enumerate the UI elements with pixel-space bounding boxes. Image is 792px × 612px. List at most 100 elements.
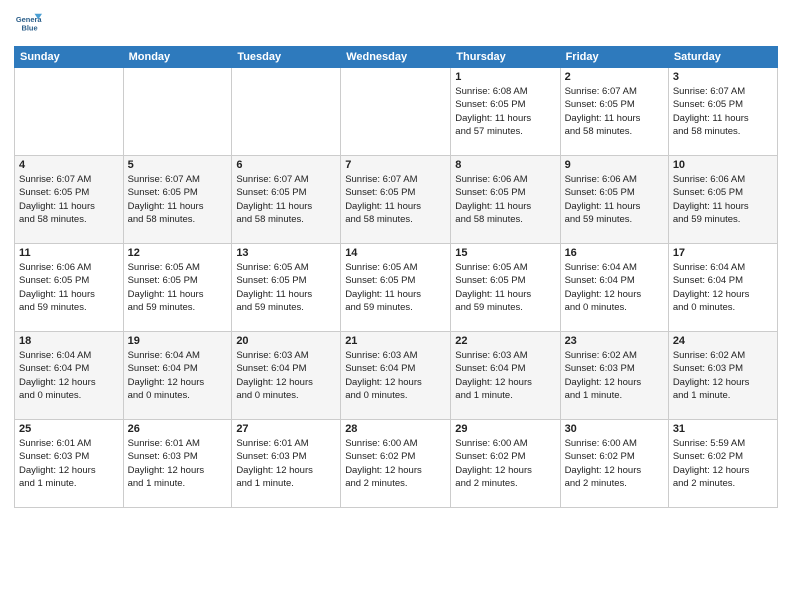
header-cell-thursday: Thursday [451,47,560,68]
day-cell: 9 Sunrise: 6:06 AM Sunset: 6:05 PM Daylig… [560,156,668,244]
day-number: 7 [345,159,446,171]
day-info: Sunrise: 6:04 AM Sunset: 6:04 PM Dayligh… [565,261,664,314]
day-info: Sunrise: 6:00 AM Sunset: 6:02 PM Dayligh… [455,437,555,490]
day-cell: 20 Sunrise: 6:03 AM Sunset: 6:04 PM Dayli… [232,332,341,420]
day-number: 20 [236,335,336,347]
day-info: Sunrise: 6:06 AM Sunset: 6:05 PM Dayligh… [19,261,119,314]
day-cell: 31Sunrise: 5:59 AM Sunset: 6:02 PM Dayli… [668,420,777,508]
day-info: Sunrise: 6:06 AM Sunset: 6:05 PM Dayligh… [565,173,664,226]
day-info: Sunrise: 6:07 AM Sunset: 6:05 PM Dayligh… [673,85,773,138]
day-cell: 14Sunrise: 6:05 AM Sunset: 6:05 PM Dayli… [341,244,451,332]
day-info: Sunrise: 6:00 AM Sunset: 6:02 PM Dayligh… [565,437,664,490]
day-info: Sunrise: 6:08 AM Sunset: 6:05 PM Dayligh… [455,85,555,138]
week-row-2: 4 Sunrise: 6:07 AM Sunset: 6:05 PM Daylig… [15,156,778,244]
day-number: 15 [455,247,555,259]
day-number: 19 [128,335,228,347]
day-info: Sunrise: 6:01 AM Sunset: 6:03 PM Dayligh… [19,437,119,490]
day-cell: 15 Sunrise: 6:05 AM Sunset: 6:05 PM Dayli… [451,244,560,332]
day-info: Sunrise: 6:07 AM Sunset: 6:05 PM Dayligh… [345,173,446,226]
week-row-4: 18 Sunrise: 6:04 AM Sunset: 6:04 PM Dayli… [15,332,778,420]
day-info: Sunrise: 6:01 AM Sunset: 6:03 PM Dayligh… [128,437,228,490]
day-number: 5 [128,159,228,171]
day-number: 3 [673,71,773,83]
day-number: 23 [565,335,664,347]
day-cell [123,68,232,156]
day-cell: 30Sunrise: 6:00 AM Sunset: 6:02 PM Dayli… [560,420,668,508]
week-row-1: 1 Sunrise: 6:08 AM Sunset: 6:05 PM Daylig… [15,68,778,156]
logo: General Blue [14,10,46,38]
day-cell: 27 Sunrise: 6:01 AM Sunset: 6:03 PM Dayli… [232,420,341,508]
logo-icon: General Blue [14,10,42,38]
day-cell: 3 Sunrise: 6:07 AM Sunset: 6:05 PM Daylig… [668,68,777,156]
day-number: 27 [236,423,336,435]
day-number: 17 [673,247,773,259]
day-number: 4 [19,159,119,171]
day-number: 18 [19,335,119,347]
day-number: 10 [673,159,773,171]
header-cell-tuesday: Tuesday [232,47,341,68]
day-info: Sunrise: 6:05 AM Sunset: 6:05 PM Dayligh… [128,261,228,314]
day-cell: 25Sunrise: 6:01 AM Sunset: 6:03 PM Dayli… [15,420,124,508]
header-cell-friday: Friday [560,47,668,68]
day-info: Sunrise: 6:07 AM Sunset: 6:05 PM Dayligh… [565,85,664,138]
day-info: Sunrise: 6:00 AM Sunset: 6:02 PM Dayligh… [345,437,446,490]
day-info: Sunrise: 6:06 AM Sunset: 6:05 PM Dayligh… [673,173,773,226]
day-number: 22 [455,335,555,347]
day-cell: 23 Sunrise: 6:02 AM Sunset: 6:03 PM Dayli… [560,332,668,420]
header-cell-monday: Monday [123,47,232,68]
day-info: Sunrise: 6:04 AM Sunset: 6:04 PM Dayligh… [673,261,773,314]
week-row-5: 25Sunrise: 6:01 AM Sunset: 6:03 PM Dayli… [15,420,778,508]
header-cell-sunday: Sunday [15,47,124,68]
day-cell: 16 Sunrise: 6:04 AM Sunset: 6:04 PM Dayli… [560,244,668,332]
calendar-header: SundayMondayTuesdayWednesdayThursdayFrid… [15,47,778,68]
day-cell: 7 Sunrise: 6:07 AM Sunset: 6:05 PM Daylig… [341,156,451,244]
day-number: 28 [345,423,446,435]
day-info: Sunrise: 6:05 AM Sunset: 6:05 PM Dayligh… [455,261,555,314]
day-number: 31 [673,423,773,435]
day-number: 26 [128,423,228,435]
day-cell [341,68,451,156]
day-info: Sunrise: 6:05 AM Sunset: 6:05 PM Dayligh… [236,261,336,314]
day-info: Sunrise: 6:05 AM Sunset: 6:05 PM Dayligh… [345,261,446,314]
day-info: Sunrise: 6:03 AM Sunset: 6:04 PM Dayligh… [455,349,555,402]
day-info: Sunrise: 6:04 AM Sunset: 6:04 PM Dayligh… [19,349,119,402]
day-cell: 10 Sunrise: 6:06 AM Sunset: 6:05 PM Dayli… [668,156,777,244]
day-number: 2 [565,71,664,83]
day-number: 21 [345,335,446,347]
day-cell: 11 Sunrise: 6:06 AM Sunset: 6:05 PM Dayli… [15,244,124,332]
day-info: Sunrise: 6:07 AM Sunset: 6:05 PM Dayligh… [128,173,228,226]
calendar-page: General Blue SundayMondayTuesdayWednesda… [0,0,792,612]
day-info: Sunrise: 6:03 AM Sunset: 6:04 PM Dayligh… [345,349,446,402]
day-number: 16 [565,247,664,259]
day-info: Sunrise: 6:02 AM Sunset: 6:03 PM Dayligh… [673,349,773,402]
day-info: Sunrise: 6:04 AM Sunset: 6:04 PM Dayligh… [128,349,228,402]
calendar-body: 1 Sunrise: 6:08 AM Sunset: 6:05 PM Daylig… [15,68,778,508]
day-cell: 6Sunrise: 6:07 AM Sunset: 6:05 PM Daylig… [232,156,341,244]
day-number: 9 [565,159,664,171]
day-info: Sunrise: 6:07 AM Sunset: 6:05 PM Dayligh… [236,173,336,226]
day-number: 8 [455,159,555,171]
day-info: Sunrise: 6:03 AM Sunset: 6:04 PM Dayligh… [236,349,336,402]
day-info: Sunrise: 6:02 AM Sunset: 6:03 PM Dayligh… [565,349,664,402]
day-cell: 28 Sunrise: 6:00 AM Sunset: 6:02 PM Dayli… [341,420,451,508]
day-cell: 5 Sunrise: 6:07 AM Sunset: 6:05 PM Daylig… [123,156,232,244]
day-info: Sunrise: 6:01 AM Sunset: 6:03 PM Dayligh… [236,437,336,490]
day-cell [232,68,341,156]
day-number: 1 [455,71,555,83]
day-cell: 17 Sunrise: 6:04 AM Sunset: 6:04 PM Dayli… [668,244,777,332]
day-number: 11 [19,247,119,259]
day-number: 24 [673,335,773,347]
svg-text:Blue: Blue [21,24,37,33]
day-info: Sunrise: 6:07 AM Sunset: 6:05 PM Dayligh… [19,173,119,226]
day-cell: 18 Sunrise: 6:04 AM Sunset: 6:04 PM Dayli… [15,332,124,420]
day-cell: 26 Sunrise: 6:01 AM Sunset: 6:03 PM Dayli… [123,420,232,508]
day-cell: 12Sunrise: 6:05 AM Sunset: 6:05 PM Dayli… [123,244,232,332]
header-cell-wednesday: Wednesday [341,47,451,68]
calendar-table: SundayMondayTuesdayWednesdayThursdayFrid… [14,46,778,508]
header-row: SundayMondayTuesdayWednesdayThursdayFrid… [15,47,778,68]
header: General Blue [14,10,778,38]
day-cell [15,68,124,156]
day-cell: 2 Sunrise: 6:07 AM Sunset: 6:05 PM Daylig… [560,68,668,156]
day-cell: 8Sunrise: 6:06 AM Sunset: 6:05 PM Daylig… [451,156,560,244]
day-number: 29 [455,423,555,435]
